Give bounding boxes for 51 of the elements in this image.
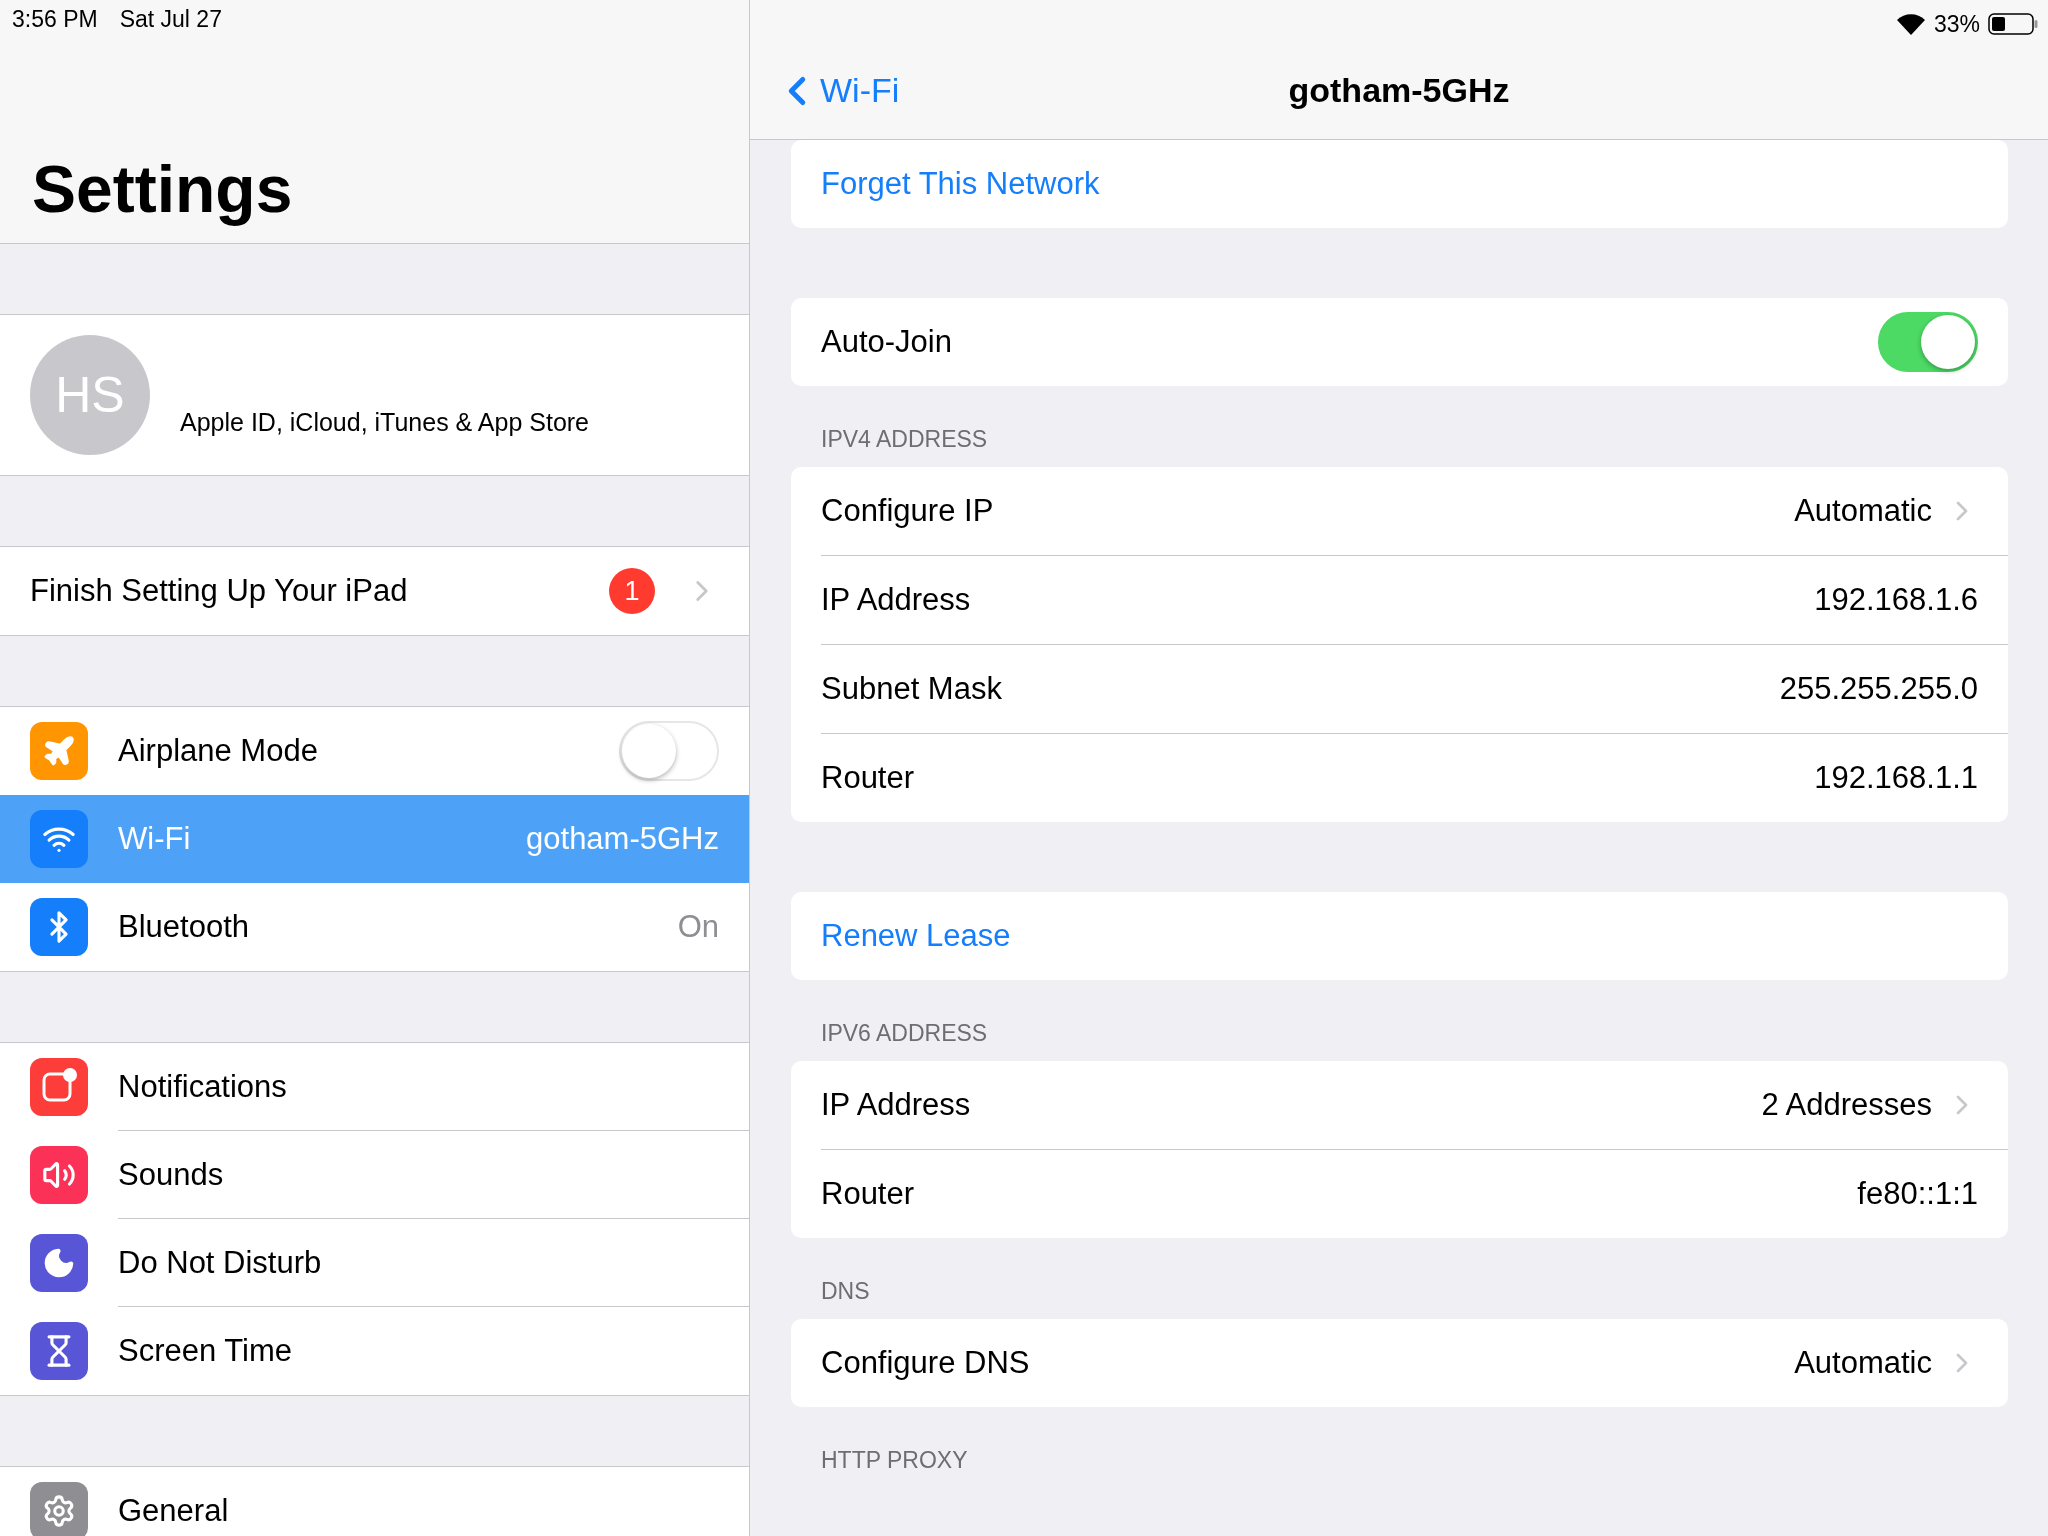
status-date: Sat Jul 27 <box>119 6 222 33</box>
row-label: IP Address <box>821 1087 972 1123</box>
battery-percent: 33% <box>1933 10 1980 38</box>
airplane-icon <box>42 734 76 768</box>
section-header: DNS <box>820 1278 871 1306</box>
section-header: IPV4 ADDRESS <box>820 426 989 454</box>
item-label: Airplane Mode <box>118 733 319 769</box>
item-label: Sounds <box>118 1156 225 1193</box>
item-label: Notifications <box>118 1068 288 1105</box>
action-link[interactable]: Renew Lease <box>821 918 1011 954</box>
item-label: Wi-Fi <box>118 821 192 857</box>
item-label: Do Not Disturb <box>118 1244 323 1281</box>
action-link[interactable]: Forget This Network <box>821 166 1100 202</box>
toggle-switch[interactable] <box>1878 312 1978 372</box>
item-label: Bluetooth <box>118 909 250 945</box>
avatar: HS <box>30 335 150 455</box>
status-time: 3:56 PM <box>12 6 98 33</box>
row-value: fe80::1:1 <box>1857 1176 1978 1212</box>
settings-icon <box>42 1494 76 1528</box>
notification-badge: 1 <box>609 568 655 614</box>
profile-card[interactable]: HS Apple ID, iCloud, iTunes & App Store <box>0 314 749 476</box>
setting-value: gotham-5GHz <box>526 821 719 857</box>
row-value: 192.168.1.1 <box>1814 760 1978 796</box>
row-label: Router <box>821 1176 916 1212</box>
row-label: Auto-Join <box>821 324 953 360</box>
section-header: HTTP PROXY <box>820 1447 969 1475</box>
row-label: Router <box>821 760 916 796</box>
detail-row[interactable]: Configure DNS Automatic <box>821 1319 2008 1407</box>
nav-title: gotham-5GHz <box>1288 71 1510 110</box>
row-label: IP Address <box>821 582 972 618</box>
section-header: IPV6 ADDRESS <box>820 1020 989 1048</box>
row-value: 2 Addresses <box>1761 1087 1932 1123</box>
back-link[interactable]: Wi-Fi <box>774 67 900 114</box>
page-title: Settings <box>31 151 294 227</box>
row-label: Configure IP <box>821 493 995 529</box>
profile-subtitle: Apple ID, iCloud, iTunes & App Store <box>180 407 590 437</box>
detail-row[interactable]: IP Address 2 Addresses <box>821 1061 2008 1149</box>
item-label: General <box>118 1493 230 1529</box>
row-value: Automatic <box>1794 1345 1932 1381</box>
row-label: Subnet Mask <box>821 671 1003 707</box>
battery-icon <box>1988 13 2038 35</box>
item-label: Screen Time <box>118 1333 293 1369</box>
row-value: 192.168.1.6 <box>1814 582 1978 618</box>
moon-icon <box>42 1246 76 1280</box>
item-label: Finish Setting Up Your iPad <box>30 573 409 609</box>
row-value: 255.255.255.0 <box>1779 671 1978 707</box>
row-value: Automatic <box>1794 493 1932 529</box>
setting-value: On <box>677 909 719 945</box>
wifi-signal-icon <box>1895 13 1926 35</box>
detail-row[interactable]: Configure IP Automatic <box>821 467 2008 555</box>
row-label: Configure DNS <box>821 1345 1031 1381</box>
